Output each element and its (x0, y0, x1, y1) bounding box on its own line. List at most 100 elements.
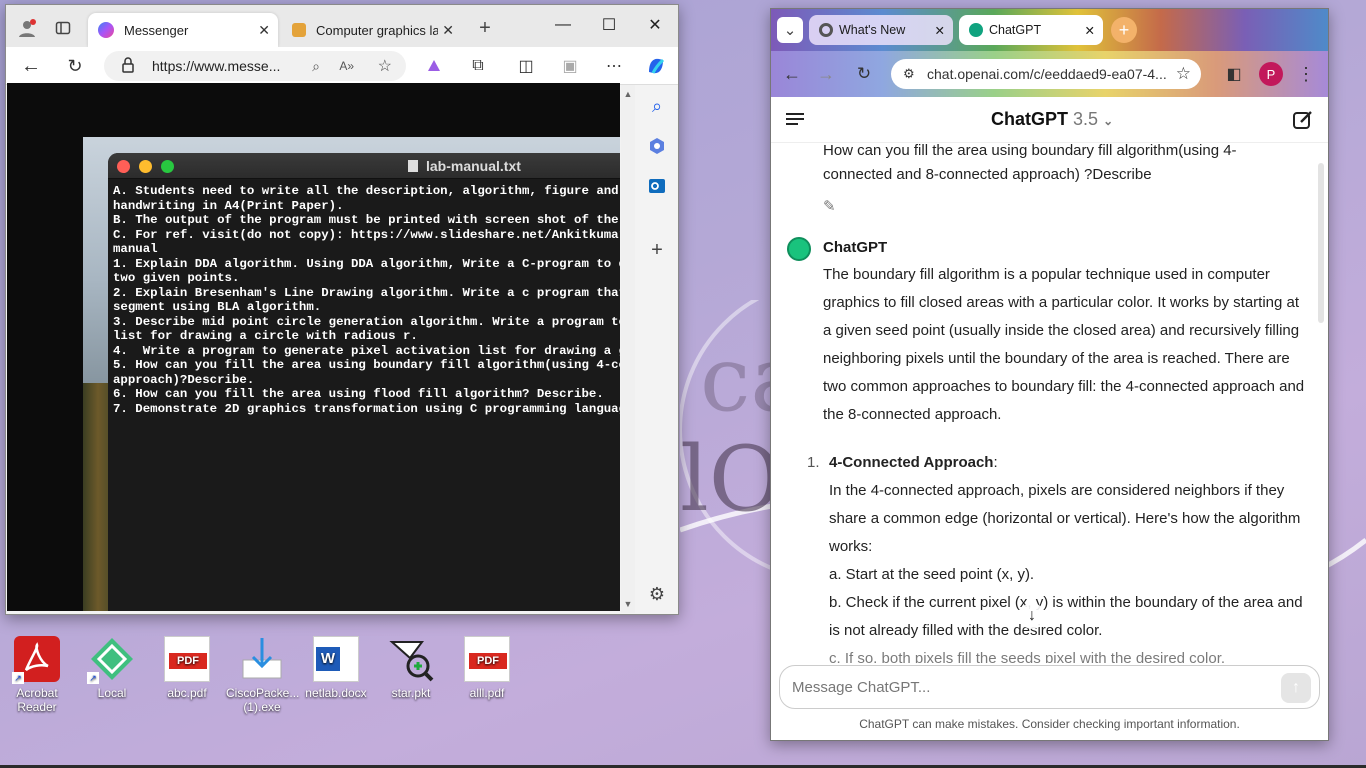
shopping-icon[interactable] (646, 135, 668, 157)
chrome-window: ⌄ What's New ✕ ChatGPT ✕ + ← → ↻ ⚙ chat.… (770, 8, 1329, 741)
minimize-button[interactable]: — (540, 11, 586, 39)
scroll-up-icon[interactable]: ▲ (621, 89, 635, 99)
minimize-dot-icon (139, 160, 152, 173)
pdf-file-icon: PDF (464, 636, 510, 682)
text-line: 4. Write a program to generate pixel act… (113, 343, 620, 358)
new-chat-icon[interactable] (1292, 109, 1314, 134)
tab-label: What's New (839, 23, 906, 37)
tab-search-icon[interactable]: ⌄ (777, 17, 803, 43)
chat-scrollbar[interactable] (1318, 163, 1324, 323)
packet-tracer-file-icon (388, 636, 434, 682)
scroll-down-icon[interactable]: ▼ (621, 599, 635, 609)
chatgpt-header: ChatGPT 3.5 ⌄ (771, 97, 1328, 143)
tab-actions-icon[interactable] (50, 15, 76, 41)
desktop-icon-star-pkt[interactable]: star.pkt (375, 636, 447, 700)
chatgpt-avatar-icon (787, 237, 811, 261)
text-line: two given points. (113, 271, 240, 285)
desktop-icon-acrobat[interactable]: ↗ Acrobat Reader (1, 636, 73, 714)
new-tab-icon[interactable]: + (472, 15, 498, 41)
close-window-button[interactable]: ✕ (632, 11, 678, 39)
side-panel-icon[interactable]: ◧ (1223, 63, 1245, 85)
close-icon[interactable]: ✕ (1085, 23, 1095, 38)
scroll-down-arrow-icon[interactable]: ↓ (1019, 603, 1045, 629)
settings-gear-icon[interactable]: ⚙ (646, 583, 668, 605)
split-screen-icon[interactable]: ◫ (514, 54, 538, 78)
profile-avatar[interactable]: P (1259, 62, 1283, 86)
url-text: chat.openai.com/c/eeddaed9-ea07-4... (927, 66, 1167, 82)
text-line: list for drawing a circle with radious r… (113, 329, 418, 343)
installer-icon (239, 636, 285, 682)
text-line: 6. How can you fill the area using flood… (113, 387, 604, 401)
zoom-dot-icon (161, 160, 174, 173)
text-line: 2. Explain Bresenham's Line Drawing algo… (113, 285, 620, 300)
text-line: 3. Describe mid point circle generation … (113, 314, 620, 329)
add-sidebar-icon[interactable]: + (646, 239, 668, 261)
chat-thread: How can you fill the area using boundary… (771, 143, 1328, 663)
tab-whats-new[interactable]: What's New ✕ (809, 15, 953, 45)
section-heading: 4-Connected Approach: (829, 454, 998, 471)
more-menu-icon[interactable]: ⋯ (602, 54, 626, 78)
close-icon[interactable]: ✕ (442, 22, 454, 39)
assistant-intro: The boundary fill algorithm is a popular… (823, 266, 1305, 423)
list-number: 1. (807, 454, 820, 471)
desktop-icon-netlab-docx[interactable]: W netlab.docx (300, 636, 372, 700)
word-file-icon: W (313, 636, 359, 682)
chrome-menu-icon[interactable]: ⋮ (1295, 63, 1317, 85)
chrome-url-field[interactable]: ⚙ chat.openai.com/c/eeddaed9-ea07-4... ☆ (891, 59, 1201, 89)
close-icon[interactable]: ✕ (935, 23, 945, 38)
maximize-button[interactable]: ☐ (586, 11, 632, 39)
lock-icon (122, 57, 134, 76)
favorite-star-icon[interactable]: ☆ (378, 56, 392, 76)
url-field[interactable]: https://www.messe... ⌕ A» ☆ (104, 51, 406, 81)
pdf-file-icon: PDF (164, 636, 210, 682)
arrow-up-icon: ↑ (1292, 679, 1300, 696)
zoom-icon[interactable]: ⌕ (312, 58, 320, 75)
text-line: approach)?Describe. (113, 372, 255, 387)
document-icon (408, 160, 418, 172)
edit-pencil-icon[interactable]: ✎ (823, 197, 836, 215)
chrome-tab-strip: ⌄ What's New ✕ ChatGPT ✕ + (771, 9, 1328, 51)
extensions-icon[interactable]: ⧉ (466, 54, 490, 78)
text-line: A. Students need to write all the descri… (113, 184, 619, 198)
read-aloud-icon[interactable]: A» (339, 59, 354, 73)
back-icon[interactable]: ← (19, 54, 43, 78)
text-line: 1. Explain DDA algorithm. Using DDA algo… (113, 256, 620, 271)
refresh-icon[interactable]: ↻ (63, 54, 87, 78)
tab-chatgpt[interactable]: ChatGPT ✕ (959, 15, 1103, 45)
desktop-icon-local[interactable]: ↗ Local (76, 636, 148, 700)
copilot-extension-icon[interactable] (422, 54, 446, 78)
desktop-icon-abc-pdf[interactable]: PDF abc.pdf (151, 636, 223, 700)
edge-address-bar: ← ↻ https://www.messe... ⌕ A» ☆ ⧉ ◫ ▣ ⋯ (6, 47, 678, 85)
text-line: handwriting in A4(Print Paper). (113, 198, 344, 213)
close-icon[interactable]: ✕ (258, 22, 270, 39)
send-button[interactable]: ↑ (1281, 673, 1311, 703)
vertical-scrollbar[interactable]: ▲ ▼ (621, 85, 635, 613)
tab-messenger[interactable]: Messenger ✕ (88, 13, 278, 47)
desktop-icon-cisco-exe[interactable]: CiscoPacke... (1).exe (226, 636, 299, 714)
editor-title: lab-manual.txt (408, 158, 521, 174)
chevron-down-icon: ⌄ (1103, 114, 1114, 128)
copilot-icon[interactable] (644, 54, 668, 78)
new-tab-icon[interactable]: + (1111, 17, 1137, 43)
editor-text: A. Students need to write all the descri… (113, 184, 620, 416)
message-input[interactable]: Message ChatGPT... ↑ (779, 665, 1320, 709)
reload-icon[interactable]: ↻ (853, 63, 875, 85)
model-selector[interactable]: ChatGPT 3.5 ⌄ (991, 109, 1113, 130)
shortcut-arrow-icon: ↗ (87, 672, 99, 684)
desktop-icon-alll-pdf[interactable]: PDF alll.pdf (451, 636, 523, 700)
tab-computer-graphics[interactable]: Computer graphics lab ✕ (282, 13, 462, 47)
profile-icon[interactable] (14, 15, 40, 41)
bookmark-star-icon[interactable]: ☆ (1176, 64, 1191, 84)
search-icon[interactable]: ⌕ (646, 95, 668, 117)
edge-window: Messenger ✕ Computer graphics lab ✕ + — … (5, 4, 679, 615)
sidebar-toggle-icon[interactable] (785, 111, 805, 130)
chrome-icon (819, 23, 833, 37)
outlook-icon[interactable] (646, 175, 668, 197)
forward-icon[interactable]: → (815, 63, 837, 85)
back-icon[interactable]: ← (781, 63, 803, 85)
editor-title-bar: lab-manual.txt (108, 153, 620, 179)
step-a: a. Start at the seed point (x, y). (829, 566, 1035, 583)
messenger-content: lab-manual.txt A. Students need to write… (7, 83, 620, 611)
collections-icon[interactable]: ▣ (558, 54, 582, 78)
text-line: 7. Demonstrate 2D graphics transformatio… (113, 401, 620, 416)
